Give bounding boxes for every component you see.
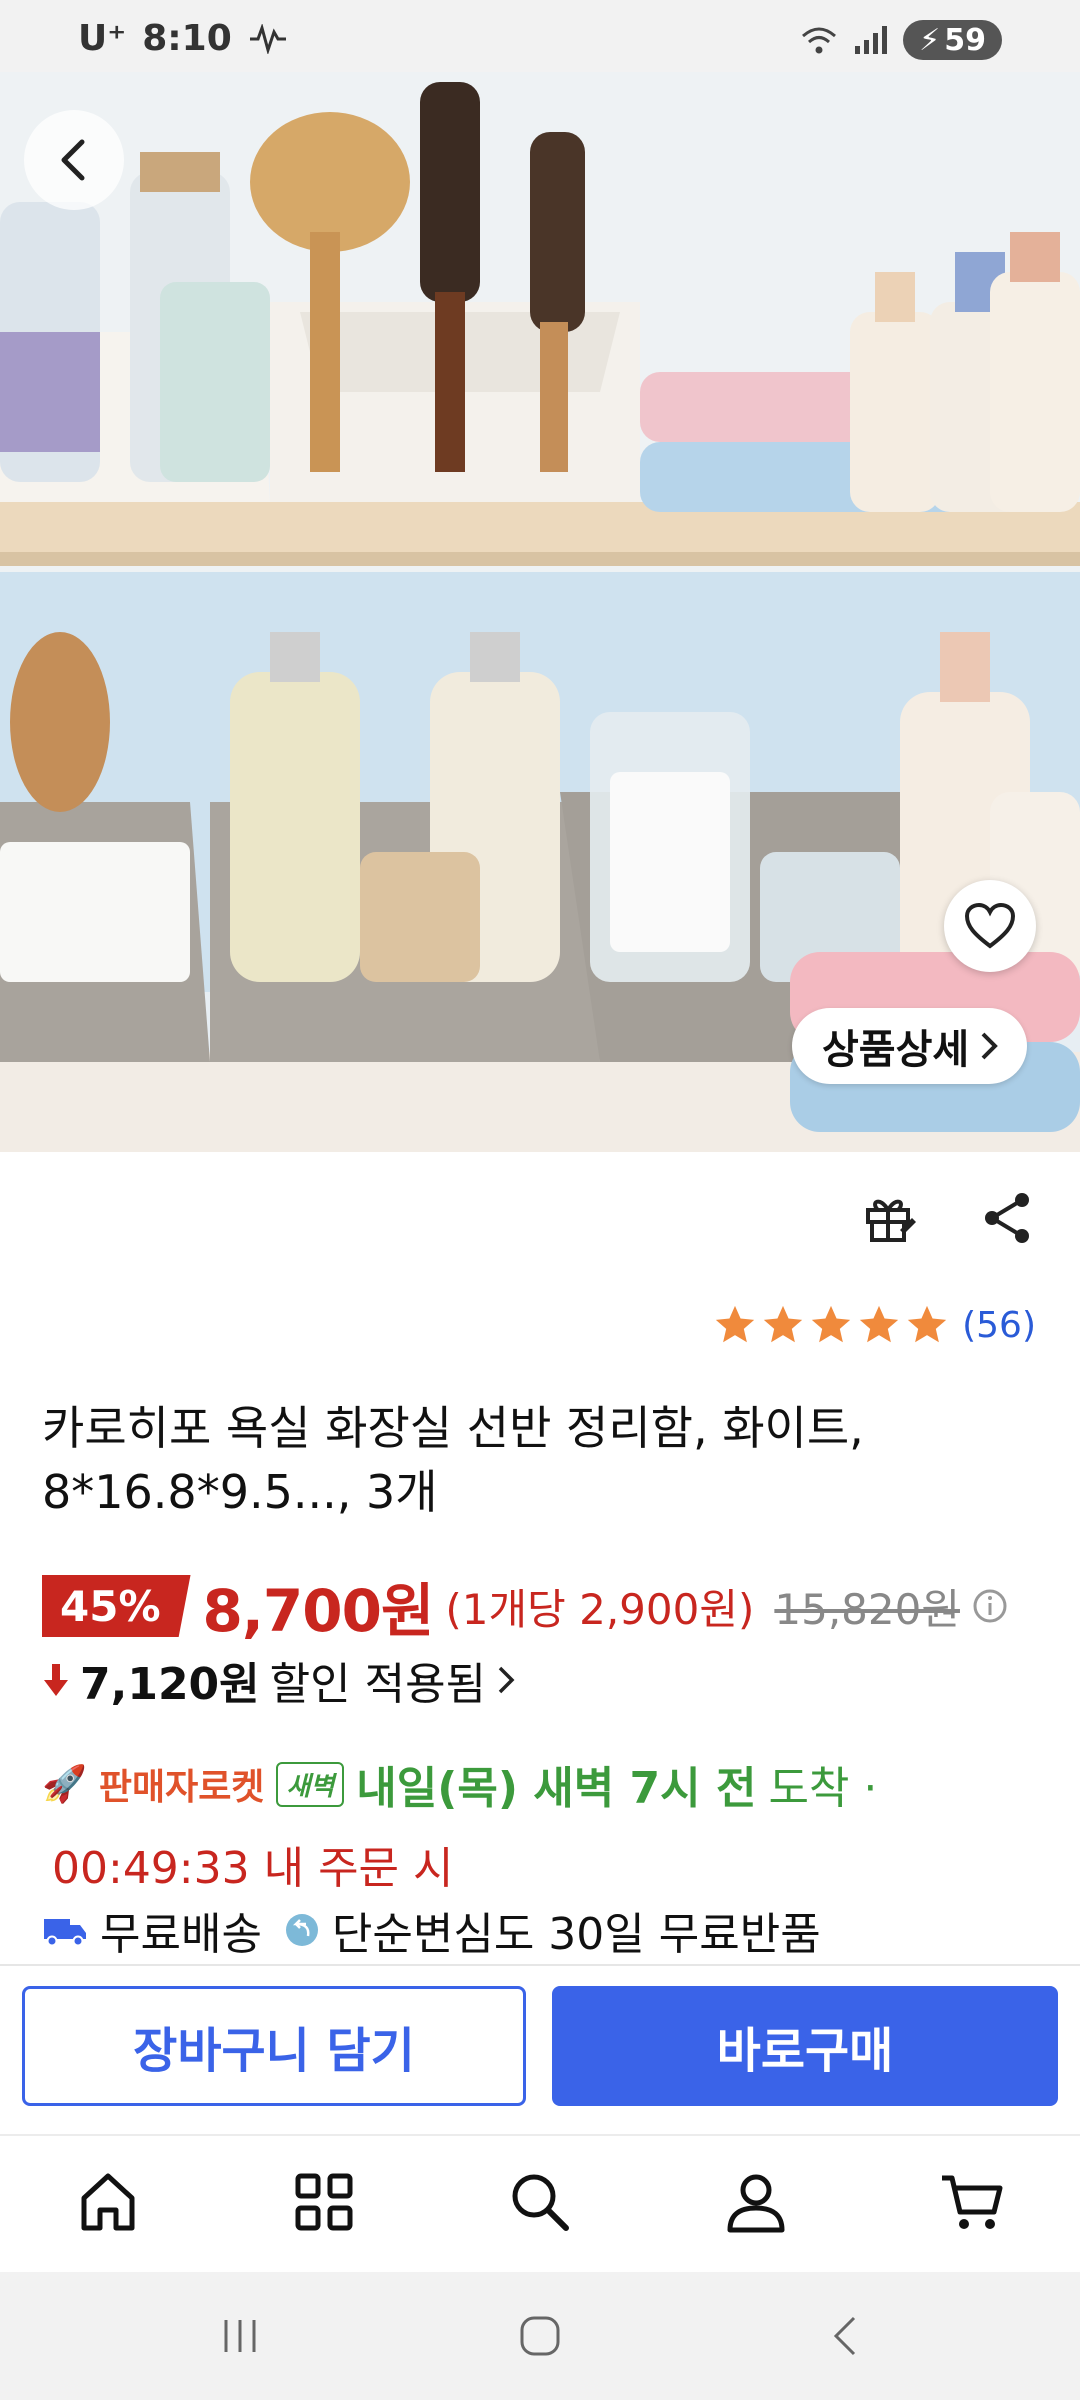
battery-indicator: ⚡ 59 [903, 20, 1002, 60]
chevron-right-icon [981, 1032, 999, 1060]
info-icon[interactable] [972, 1588, 1008, 1624]
unit-price: (1개당 2,900원) [445, 1584, 755, 1634]
delivery-info: 🚀 판매자로켓 새벽 내일(목) 새벽 7시 전 도착 · 00:49:33 내… [42, 1752, 1042, 1896]
bottom-tab-bar [0, 2134, 1080, 2272]
add-to-cart-label: 장바구니 담기 [133, 2023, 415, 2079]
discount-badge: 45% [42, 1575, 191, 1637]
wifi-icon [802, 27, 837, 54]
return-icon [285, 1914, 318, 1946]
system-navigation-bar [0, 2272, 1080, 2400]
buy-now-label: 바로구매 [716, 2023, 894, 2079]
review-count[interactable]: (56) [962, 1305, 1036, 1346]
arrival-time: 내일(목) 새벽 7시 전 [356, 1763, 757, 1814]
shipping-row: 무료배송 단순변심도 30일 무료반품 [42, 1898, 821, 1962]
free-return-label: 단순변심도 30일 무료반품 [331, 1909, 821, 1960]
truck-icon [44, 1919, 86, 1947]
search-icon[interactable] [504, 2166, 576, 2238]
buy-now-button[interactable]: 바로구매 [552, 1986, 1058, 2106]
clock: 8:10 [142, 18, 232, 59]
signal-icon [855, 26, 888, 54]
gift-icon[interactable] [862, 1190, 918, 1246]
star-icon [763, 1305, 803, 1343]
product-photo [0, 72, 1080, 1152]
back-nav-icon[interactable] [822, 2312, 870, 2360]
seller-rocket-label: 판매자로켓 [98, 1767, 265, 1808]
heart-icon [964, 902, 1016, 949]
product-image-gallery[interactable] [0, 72, 1080, 1152]
original-price: 15,820원 [774, 1584, 960, 1634]
share-icon[interactable] [980, 1190, 1036, 1246]
activity-icon [249, 23, 286, 54]
categories-icon[interactable] [288, 2166, 360, 2238]
arrow-down-icon [44, 1664, 68, 1696]
home-icon[interactable] [72, 2166, 144, 2238]
sale-price: 8,700원 [202, 1577, 435, 1645]
rocket-icon: 🚀 [42, 1764, 87, 1805]
star-icon [715, 1305, 755, 1343]
chevron-left-icon [61, 139, 85, 181]
star-icon [859, 1305, 899, 1343]
add-to-cart-button[interactable]: 장바구니 담기 [22, 1986, 526, 2106]
price-row: 45% 8,700원 (1개당 2,900원) 15,820원 [42, 1564, 1008, 1648]
carrier-label: U⁺ [78, 18, 127, 59]
discount-applied-row[interactable]: 7,120원 할인 적용됨 [42, 1648, 516, 1712]
product-detail-label: 상품상세 [822, 1027, 970, 1073]
arrival-suffix: 도착 · [768, 1763, 878, 1814]
status-bar: U⁺ 8:10 ⚡ 59 [0, 0, 1080, 72]
product-rating[interactable]: (56) [712, 1302, 1036, 1348]
star-icon [907, 1305, 947, 1343]
account-icon[interactable] [720, 2166, 792, 2238]
product-title: 카로히포 욕실 화장실 선반 정리함, 화이트, 8*16.8*9.5..., … [42, 1401, 864, 1519]
divider [0, 1964, 1080, 1966]
order-countdown: 00:49:33 내 주문 시 [52, 1843, 454, 1894]
cart-icon[interactable] [936, 2166, 1008, 2238]
free-shipping-label: 무료배송 [100, 1909, 262, 1960]
recent-apps-icon[interactable] [216, 2312, 264, 2360]
back-button[interactable] [24, 110, 124, 210]
charging-icon: ⚡ [919, 22, 941, 58]
star-icon [811, 1305, 851, 1343]
discount-amount: 7,120원 [80, 1659, 260, 1710]
battery-level: 59 [944, 22, 986, 58]
chevron-right-icon [498, 1666, 515, 1694]
home-button-icon[interactable] [516, 2312, 564, 2360]
product-detail-button[interactable]: 상품상세 [792, 1008, 1028, 1084]
discount-applied-label: 할인 적용됨 [269, 1659, 487, 1710]
dawn-delivery-badge: 새벽 [276, 1761, 345, 1807]
wishlist-button[interactable] [944, 880, 1036, 972]
